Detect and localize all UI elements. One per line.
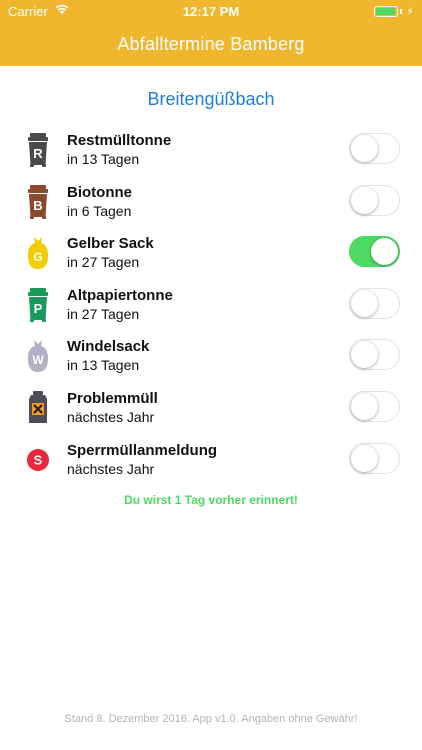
app-header: Carrier 12:17 PM ⚡ Abfalltermine Bamberg [0, 0, 422, 66]
reminder-toggle[interactable] [349, 442, 400, 474]
item-due: nächstes Jahr [67, 460, 155, 477]
footer-disclaimer: Stand 8. Dezember 2016. App v1.0. Angabe… [64, 713, 358, 725]
page-title: Abfalltermine Bamberg [117, 34, 305, 54]
item-due: in 27 Tagen [67, 305, 140, 322]
item-due: in 13 Tagen [67, 151, 140, 167]
reminder-toggle[interactable] [349, 236, 400, 268]
toggle-knob [351, 186, 378, 214]
bulky-waste-icon: S [24, 442, 52, 478]
reminder-toggle[interactable] [349, 133, 400, 164]
toggle-knob [351, 444, 378, 472]
item-due: nächstes Jahr [67, 408, 155, 425]
toggle-knob [351, 289, 378, 317]
item-name: Windelsack [67, 338, 150, 356]
battery-icon: ⚡ [374, 5, 414, 18]
organic-bin-icon: B [24, 184, 52, 220]
svg-text:G: G [33, 250, 42, 264]
list-item: W Windelsack in 13 Tagen [0, 330, 422, 382]
paper-bin-icon: P [24, 287, 52, 323]
item-name: Restmülltonne [67, 132, 172, 149]
toggle-knob [371, 238, 398, 266]
item-name: Problemmüll [67, 389, 158, 407]
item-name: Altpapiertonne [67, 286, 173, 304]
reminder-toggle[interactable] [349, 390, 400, 422]
status-time: 12:17 PM [182, 4, 240, 19]
toggle-knob [351, 341, 378, 369]
waste-type-list: R Restmülltonne in 13 Tagen B Biotonne i… [0, 124, 422, 485]
svg-text:S: S [34, 452, 43, 467]
reminder-note: Du wirst 1 Tag vorher erinnert! [124, 493, 298, 507]
item-due: in 6 Tagen [67, 202, 132, 219]
hazardous-waste-icon [24, 390, 52, 426]
item-due: in 27 Tagen [67, 254, 140, 271]
diaper-bag-icon: W [24, 338, 52, 374]
list-item: P Altpapiertonne in 27 Tagen [0, 279, 422, 331]
toggle-knob [351, 392, 378, 420]
list-item: Problemmüll nächstes Jahr [0, 382, 422, 434]
list-item: R Restmülltonne in 13 Tagen [0, 124, 422, 176]
svg-text:P: P [34, 301, 43, 316]
yellow-bag-icon: G [24, 235, 52, 271]
list-item: S Sperrmüllanmeldung nächstes Jahr [0, 434, 422, 486]
list-item: G Gelber Sack in 27 Tagen [0, 227, 422, 279]
reminder-toggle[interactable] [349, 287, 400, 319]
svg-text:W: W [32, 353, 44, 367]
item-name: Gelber Sack [67, 235, 154, 253]
residual-bin-icon: R [24, 132, 52, 168]
reminder-toggle[interactable] [349, 184, 400, 216]
toggle-knob [351, 135, 378, 162]
svg-text:B: B [33, 198, 42, 213]
reminder-toggle[interactable] [349, 339, 400, 371]
status-bar: Carrier 12:17 PM ⚡ [0, 0, 422, 22]
list-item: B Biotonne in 6 Tagen [0, 176, 422, 228]
location-link[interactable]: Breitengüßbach [0, 89, 422, 110]
item-name: Sperrmüllanmeldung [67, 441, 218, 459]
item-name: Biotonne [67, 183, 132, 201]
svg-text:R: R [33, 146, 43, 161]
item-due: in 13 Tagen [67, 357, 140, 374]
